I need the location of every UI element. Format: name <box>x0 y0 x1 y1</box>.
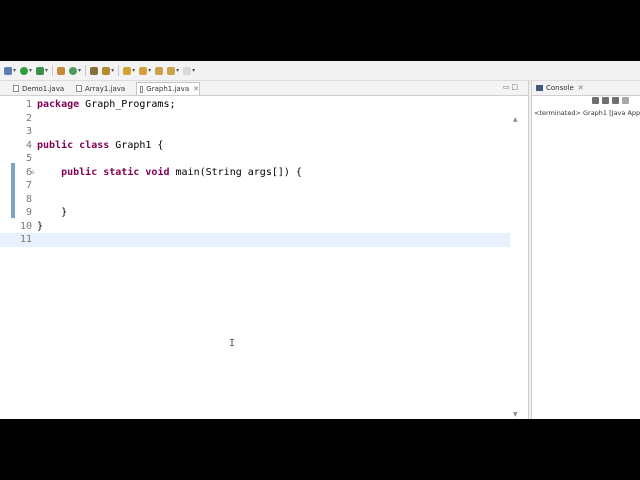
maximize-icon[interactable]: □ <box>511 83 520 91</box>
code-line[interactable]: 9 } <box>0 206 510 220</box>
code-line[interactable]: 2 <box>0 112 510 126</box>
editor-tab-bar: Demo1.java Array1.java Graph1.java ✕ ▭□ <box>0 81 528 96</box>
code-area[interactable]: 1 package Graph_Programs; 2 3 4 public class … <box>0 96 528 419</box>
tab-label: Graph1.java <box>146 85 190 93</box>
debug-icon[interactable] <box>4 66 12 75</box>
code-token: Graph1 { <box>109 139 164 151</box>
toolbar-separator <box>85 65 87 76</box>
keyword-token: package <box>37 99 80 110</box>
new-java-class-icon[interactable] <box>69 66 78 75</box>
code-line[interactable]: 11 <box>0 233 510 247</box>
chevron-down-icon[interactable]: ▾ <box>192 67 195 75</box>
tab-array1[interactable]: Array1.java <box>73 82 136 95</box>
toolbar-separator <box>52 65 54 76</box>
code-line[interactable]: 6 ⊖ public static void main(String args[]… <box>0 166 510 180</box>
line-number: 9 <box>25 207 32 218</box>
toolbar-separator <box>118 65 120 76</box>
mouse-ibeam-icon: I <box>229 338 236 349</box>
keyword-token: class <box>79 139 110 151</box>
close-icon[interactable]: ✕ <box>193 85 199 93</box>
code-token: main(String args[]) { <box>169 166 302 178</box>
code-line[interactable]: 10} <box>0 220 510 234</box>
line-number: 10 <box>19 220 32 232</box>
code-token: } <box>37 220 44 232</box>
chevron-down-icon[interactable]: ▾ <box>45 67 48 75</box>
line-number: 11 <box>19 234 32 245</box>
next-annotation-icon[interactable] <box>123 66 132 75</box>
chevron-down-icon[interactable]: ▾ <box>111 67 114 75</box>
code-line[interactable]: 3 <box>0 125 510 139</box>
console-icon <box>536 85 543 91</box>
eclipse-window: ▾ ▾ ▾ ▾ ▾ ▾ ▾ ▾ ▾ Demo1.java Array1.java <box>0 61 640 419</box>
tab-label: Demo1.java <box>22 84 65 93</box>
search-icon[interactable] <box>102 66 111 75</box>
code-text: } <box>37 206 67 220</box>
forward-icon[interactable] <box>167 66 176 75</box>
code-line[interactable]: 1 package Graph_Programs; <box>0 98 510 112</box>
vertical-scrollbar[interactable]: ▲ ▼ <box>512 116 520 419</box>
code-line[interactable]: 5 <box>0 152 510 166</box>
chevron-down-icon[interactable]: ▾ <box>132 67 135 75</box>
close-icon[interactable]: ✕ <box>578 84 584 92</box>
console-title: Console <box>546 84 574 92</box>
chevron-down-icon[interactable]: ▾ <box>148 67 151 75</box>
previous-annotation-icon[interactable] <box>139 66 148 75</box>
open-type-icon[interactable] <box>90 66 99 75</box>
chevron-down-icon[interactable]: ▾ <box>176 67 179 75</box>
line-number: 7 <box>25 180 32 191</box>
editor-window-controls: ▭□ <box>503 83 520 91</box>
main-toolbar: ▾ ▾ ▾ ▾ ▾ ▾ ▾ ▾ ▾ <box>0 61 640 81</box>
tab-demo1[interactable]: Demo1.java <box>10 82 72 95</box>
keyword-token: void <box>145 166 170 178</box>
line-number: 2 <box>25 112 32 124</box>
console-view: Console ✕ <terminated> Graph1 [Java App <box>531 81 640 419</box>
line-number: 3 <box>25 126 32 137</box>
remove-all-icon[interactable] <box>612 97 619 104</box>
chevron-down-icon[interactable]: ▾ <box>13 67 16 75</box>
chevron-down-icon[interactable]: ▾ <box>29 67 32 75</box>
console-toolbar <box>592 97 632 104</box>
remove-launch-icon[interactable] <box>602 97 609 104</box>
code-text: public static void main(String args[]) { <box>37 166 302 180</box>
run-icon[interactable] <box>20 66 29 75</box>
line-number: 5 <box>25 153 32 164</box>
keyword-token: static <box>103 166 140 178</box>
line-number: 6 <box>25 166 32 178</box>
code-editor: Demo1.java Array1.java Graph1.java ✕ ▭□ … <box>0 81 529 419</box>
line-number: 4 <box>25 139 32 151</box>
chevron-down-icon[interactable]: ▾ <box>78 67 81 75</box>
line-number: 8 <box>25 193 32 205</box>
code-line[interactable]: 7 <box>0 179 510 193</box>
tab-graph1[interactable]: Graph1.java ✕ <box>136 82 200 95</box>
code-line[interactable]: 8 <box>0 193 510 207</box>
back-icon[interactable] <box>155 66 164 75</box>
code-text: public class Graph1 { <box>37 139 163 153</box>
code-text: } <box>37 220 43 234</box>
new-java-project-icon[interactable] <box>57 66 66 75</box>
java-file-icon <box>13 85 19 92</box>
code-text: package Graph_Programs; <box>37 98 175 112</box>
code-token: Graph_Programs; <box>79 99 176 110</box>
last-edit-icon[interactable] <box>183 66 192 75</box>
console-tab[interactable]: Console ✕ <box>532 81 640 96</box>
code-line[interactable]: 4 public class Graph1 { <box>0 139 510 153</box>
clear-console-icon[interactable] <box>622 97 629 104</box>
fold-icon[interactable]: ⊖ <box>31 166 35 180</box>
console-status: <terminated> Graph1 [Java App <box>534 109 640 117</box>
external-tools-icon[interactable] <box>36 66 45 75</box>
code-token: } <box>37 207 68 218</box>
line-number: 1 <box>25 99 32 110</box>
keyword-token: public <box>61 166 98 178</box>
terminate-icon[interactable] <box>592 97 599 104</box>
keyword-token: public <box>37 139 74 151</box>
java-file-icon <box>76 85 82 92</box>
scroll-down-icon[interactable]: ▼ <box>513 411 518 418</box>
tab-label: Array1.java <box>85 84 126 93</box>
scroll-up-icon[interactable]: ▲ <box>513 116 518 123</box>
java-file-icon <box>140 85 144 93</box>
